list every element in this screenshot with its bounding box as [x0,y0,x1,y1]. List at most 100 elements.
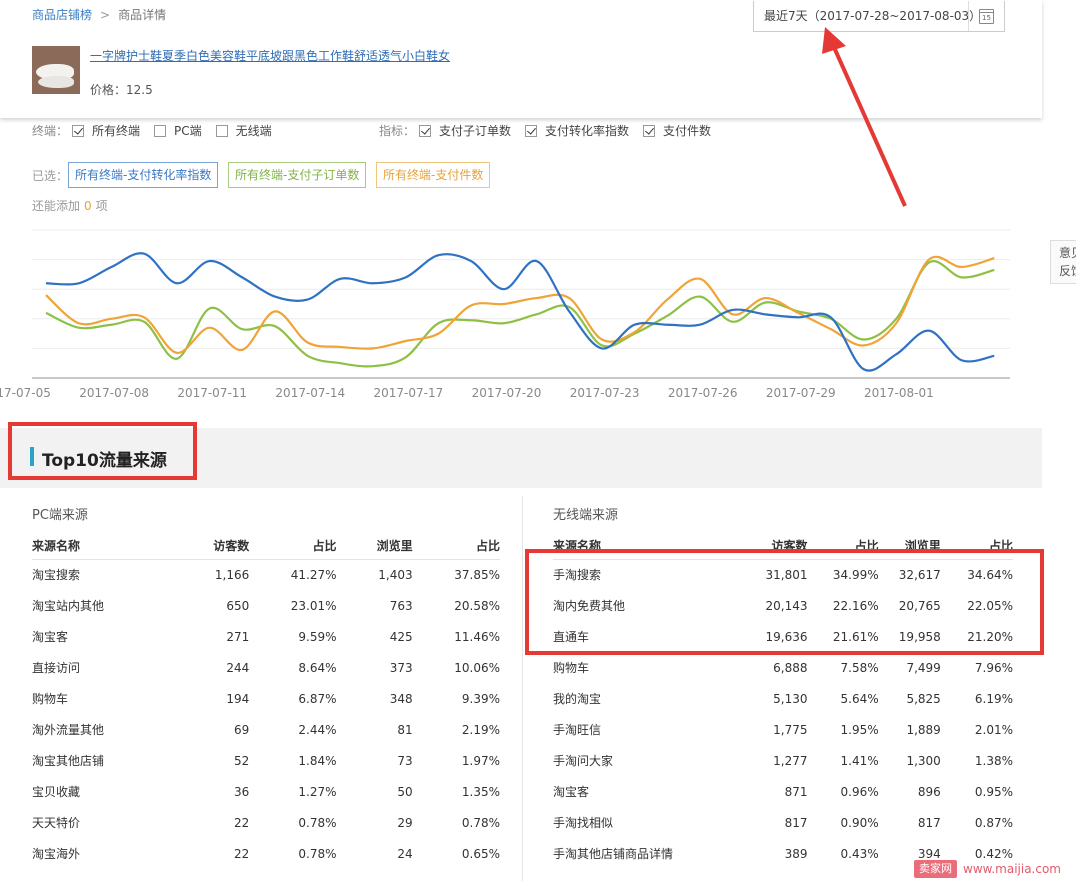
remaining-slots-text: 还能添加 0 项 [32,199,108,213]
annotation-box-top-rows [525,549,1044,655]
annotation-box-title [8,422,197,480]
terminal-option-all: 所有终端 [92,124,141,138]
selected-tag-items[interactable]: 所有终端-支付件数 [376,162,491,188]
pc-header-cell: 浏览里 [336,532,413,560]
product-thumbnail[interactable] [32,46,80,94]
metric-cell: 1,775 [773,722,808,737]
metric-cell: 0.78% [461,815,500,830]
metric-filter-label: 指标： [379,124,416,138]
watermark-logo: 卖家网 [914,860,957,878]
metric-cell: 763 [389,598,413,613]
metric-cell: 22 [233,815,250,830]
product-header-card: 商品店铺榜 > 商品详情 最近7天（2017-07-28~2017-08-03） 1… [0,0,1042,118]
metric-cell: 1,889 [906,722,941,737]
calendar-icon: 15 [979,9,994,24]
metric-cell: 389 [784,846,808,861]
checkbox-terminal-mobile[interactable] [215,124,228,137]
checkbox-terminal-pc[interactable] [154,124,167,137]
x-tick-label: 2017-07-26 [668,386,738,400]
metric-cell: 0.78% [298,846,337,861]
product-title-link[interactable]: 一字牌护士鞋夏季白色美容鞋平底坡跟黑色工作鞋舒适透气小白鞋女 [90,47,450,64]
metric-cell: 271 [226,629,250,644]
metric-cell: 1.27% [298,784,337,799]
table-row[interactable]: 淘外流量其他 69 2.44% 81 2.19% [32,714,500,745]
metric-cell: 20.58% [454,598,500,613]
metric-cell: 41.27% [290,567,337,582]
metric-option-conversion: 支付转化率指数 [545,124,630,138]
metric-cell: 817 [784,815,808,830]
table-row[interactable]: 购物车 194 6.87% 348 9.39% [32,683,500,714]
table-row[interactable]: 手淘旺信 1,775 1.95% 1,889 2.01% [553,714,1013,745]
metric-cell: 0.96% [840,784,879,799]
x-tick-label: 2017-07-08 [79,386,149,400]
breadcrumb-current: 商品详情 [118,8,167,22]
source-name-cell: 直接访问 [32,661,81,675]
metric-cell: 10.06% [454,660,500,675]
source-name-cell: 手淘其他店铺商品详情 [553,847,674,861]
checkbox-terminal-all[interactable] [72,124,85,137]
table-row[interactable]: 手淘找相似 817 0.90% 817 0.87% [553,807,1013,838]
metric-cell: 7.96% [974,660,1013,675]
source-name-cell: 淘宝海外 [32,847,81,861]
metric-cell: 1.84% [298,753,337,768]
metric-cell: 2.44% [298,722,337,737]
metric-cell: 1,403 [378,567,413,582]
feedback-side-tab[interactable]: 意见反馈 [1050,240,1076,284]
table-row[interactable]: 淘宝海外 22 0.78% 24 0.65% [32,838,500,869]
selected-label: 已选： [32,169,69,183]
metric-cell: 1.35% [461,784,500,799]
source-name-cell: 购物车 [32,692,69,706]
source-name-cell: 购物车 [553,661,590,675]
table-row[interactable]: 淘宝搜索 1,166 41.27% 1,403 37.85% [32,559,500,590]
series-line-0[interactable] [45,252,995,372]
terminal-filter-label: 终端： [32,124,69,138]
table-row[interactable]: 我的淘宝 5,130 5.64% 5,825 6.19% [553,683,1013,714]
table-row[interactable]: 购物车 6,888 7.58% 7,499 7.96% [553,652,1013,683]
table-row[interactable]: 宝贝收藏 36 1.27% 50 1.35% [32,776,500,807]
x-tick-label: 2017-07-05 [0,386,51,400]
metric-cell: 425 [389,629,413,644]
table-row[interactable]: 手淘问大家 1,277 1.41% 1,300 1.38% [553,745,1013,776]
table-row[interactable]: 天天特价 22 0.78% 29 0.78% [32,807,500,838]
metric-cell: 9.59% [298,629,337,644]
metric-cell: 1.95% [840,722,879,737]
metric-cell: 52 [233,753,250,768]
metric-cell: 1,300 [906,753,941,768]
selected-tag-suborders[interactable]: 所有终端-支付子订单数 [228,162,367,188]
metric-cell: 1.41% [840,753,879,768]
checkbox-metric-suborders[interactable] [419,124,432,137]
metric-cell: 0.65% [461,846,500,861]
selected-tag-conversion[interactable]: 所有终端-支付转化率指数 [68,162,219,188]
pc-source-panel: PC端来源 来源名称 访客数 占比 浏览里 占比 淘宝搜索 1,166 41.27% 1,40… [0,488,522,881]
trend-line-chart[interactable]: 2017-07-05 2017-07-08 2017-07-11 2017-07-14… [0,220,1040,405]
source-name-cell: 天天特价 [32,816,81,830]
source-name-cell: 淘宝站内其他 [32,599,105,613]
metric-option-items: 支付件数 [663,124,712,138]
metric-cell: 1.38% [974,753,1013,768]
metric-cell: 0.78% [298,815,337,830]
metric-cell: 1,277 [773,753,808,768]
checkbox-metric-conversion[interactable] [525,124,538,137]
table-row[interactable]: 淘宝其他店铺 52 1.84% 73 1.97% [32,745,500,776]
source-name-cell: 手淘找相似 [553,816,614,830]
table-row[interactable]: 淘宝站内其他 650 23.01% 763 20.58% [32,590,500,621]
table-row[interactable]: 淘宝客 871 0.96% 896 0.95% [553,776,1013,807]
source-name-cell: 淘宝客 [32,630,69,644]
metric-cell: 5.64% [840,691,879,706]
metric-cell: 0.87% [974,815,1013,830]
series-line-2[interactable] [45,255,995,354]
source-name-cell: 宝贝收藏 [32,785,81,799]
table-row[interactable]: 淘宝客 271 9.59% 425 11.46% [32,621,500,652]
checkbox-metric-items[interactable] [643,124,656,137]
table-row[interactable]: 直接访问 244 8.64% 373 10.06% [32,652,500,683]
date-range-picker[interactable]: 最近7天（2017-07-28~2017-08-03） 15 [753,1,1005,32]
metric-cell: 244 [226,660,250,675]
x-tick-label: 2017-07-20 [472,386,542,400]
breadcrumb-home-link[interactable]: 商品店铺榜 [32,8,92,22]
metric-cell: 2.01% [974,722,1013,737]
pc-source-title: PC端来源 [32,508,88,523]
terminal-filter-row: 终端： 所有终端 PC端 无线端 [32,122,286,139]
table-header-row: 来源名称 访客数 占比 浏览里 占比 [32,532,500,560]
calendar-button[interactable]: 15 [968,1,1004,31]
metric-cell: 37.85% [454,567,500,582]
